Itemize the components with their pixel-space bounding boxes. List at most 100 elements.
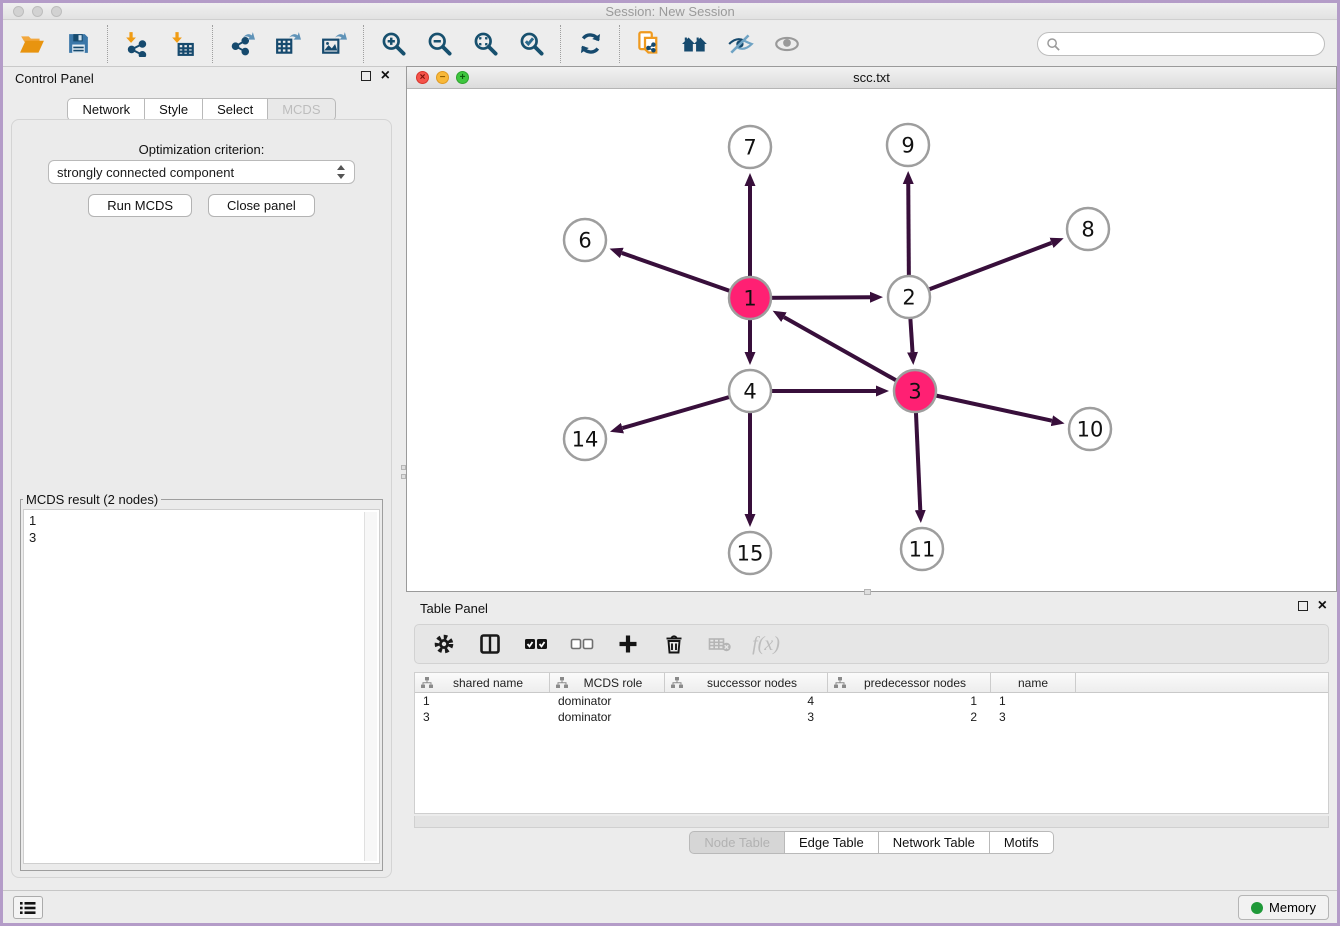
search-field[interactable]: [1037, 32, 1325, 56]
tab-style[interactable]: Style: [145, 98, 203, 121]
add-column-icon[interactable]: [615, 631, 641, 657]
criterion-dropdown[interactable]: strongly connected component: [48, 160, 355, 184]
table-cell[interactable]: 1: [828, 694, 991, 708]
table-cell[interactable]: dominator: [550, 694, 665, 708]
window-title: Session: New Session: [3, 4, 1337, 19]
close-panel-button[interactable]: Close panel: [208, 194, 315, 217]
close-panel-icon[interactable]: ×: [381, 71, 390, 81]
column-header-successor-nodes[interactable]: successor nodes: [665, 673, 828, 692]
network-graph: 7968124314101511: [407, 90, 1336, 591]
network-view-window: × − + scc.txt 7968124314101511: [406, 66, 1337, 592]
delete-column-icon[interactable]: [661, 631, 687, 657]
hide-panels-eye-icon[interactable]: [726, 29, 756, 59]
graph-node-label: 14: [572, 427, 599, 451]
table-row[interactable]: 3dominator323: [415, 709, 1328, 725]
table-toolbar: f(x): [414, 624, 1329, 664]
graph-node-label: 6: [578, 228, 591, 252]
run-mcds-button[interactable]: Run MCDS: [88, 194, 192, 217]
tab-network[interactable]: Network: [67, 98, 145, 121]
tab-node-table[interactable]: Node Table: [689, 831, 785, 854]
select-all-checkboxes-icon[interactable]: [523, 631, 549, 657]
table-cell[interactable]: 4: [665, 694, 828, 708]
control-panel: Control Panel × Network Style Select MCD…: [3, 67, 400, 890]
refresh-icon[interactable]: [575, 29, 605, 59]
memory-status-icon: [1251, 902, 1263, 914]
column-tree-icon: [556, 677, 568, 689]
table-cell[interactable]: 3: [991, 710, 1076, 724]
result-scrollbar[interactable]: [364, 512, 377, 861]
table-hscrollbar[interactable]: [414, 816, 1329, 828]
graph-node-label: 8: [1081, 217, 1094, 241]
application-window: Session: New Session: [0, 0, 1340, 926]
search-input[interactable]: [1037, 32, 1325, 56]
import-table-icon[interactable]: [168, 29, 198, 59]
column-header-MCDS-role[interactable]: MCDS role: [550, 673, 665, 692]
table-cell[interactable]: 3: [665, 710, 828, 724]
zoom-fit-icon[interactable]: [470, 29, 500, 59]
export-network-icon[interactable]: [227, 29, 257, 59]
table-cell[interactable]: 1: [991, 694, 1076, 708]
table-cell[interactable]: 1: [415, 694, 550, 708]
function-builder-icon: f(x): [753, 631, 779, 657]
zoom-in-icon[interactable]: [378, 29, 408, 59]
tab-edge-table[interactable]: Edge Table: [785, 831, 879, 854]
graph-edge-3-1[interactable]: [784, 317, 915, 391]
control-panel-title: Control Panel: [15, 71, 94, 86]
settings-gear-icon[interactable]: [431, 631, 457, 657]
eye-disabled-icon: [772, 29, 802, 59]
search-icon: [1046, 37, 1061, 52]
delete-table-disabled-icon: [707, 631, 733, 657]
network-canvas[interactable]: 7968124314101511: [407, 90, 1336, 591]
table-row[interactable]: 1dominator411: [415, 693, 1328, 709]
criterion-value: strongly connected component: [57, 165, 234, 180]
table-cell[interactable]: dominator: [550, 710, 665, 724]
deselect-all-checkboxes-icon[interactable]: [569, 631, 595, 657]
mcds-result-title: MCDS result (2 nodes): [23, 492, 161, 507]
save-session-icon[interactable]: [63, 29, 93, 59]
import-network-icon[interactable]: [122, 29, 152, 59]
result-line: 1: [29, 512, 374, 529]
mcds-result-group: MCDS result (2 nodes) 1 3: [20, 492, 383, 871]
graph-node-label: 4: [743, 379, 756, 403]
graph-node-label: 9: [901, 133, 914, 157]
float-table-panel-icon[interactable]: [1298, 601, 1308, 611]
zoom-out-icon[interactable]: [424, 29, 454, 59]
task-history-button[interactable]: [13, 896, 43, 919]
column-header-predecessor-nodes[interactable]: predecessor nodes: [828, 673, 991, 692]
splitter-grip-vertical[interactable]: [400, 465, 406, 491]
table-cell[interactable]: 2: [828, 710, 991, 724]
memory-button[interactable]: Memory: [1238, 895, 1329, 920]
tab-select[interactable]: Select: [203, 98, 268, 121]
dropdown-stepper-icon: [336, 164, 346, 180]
tab-mcds[interactable]: MCDS: [268, 98, 335, 121]
column-header-shared-name[interactable]: shared name: [415, 673, 550, 692]
mcds-result-text[interactable]: 1 3: [23, 509, 380, 864]
graph-node-label: 2: [902, 285, 915, 309]
export-table-icon[interactable]: [273, 29, 303, 59]
table-cell[interactable]: 3: [415, 710, 550, 724]
column-chooser-icon[interactable]: [477, 631, 503, 657]
control-panel-tabs: Network Style Select MCDS: [67, 98, 335, 121]
graph-node-label: 10: [1077, 417, 1104, 441]
table-tabs: Node Table Edge Table Network Table Moti…: [689, 831, 1053, 854]
home-windows-icon[interactable]: [680, 29, 710, 59]
graph-edge-2-8[interactable]: [909, 243, 1052, 297]
table-body: 1dominator4113dominator323: [415, 693, 1328, 725]
graph-node-label: 15: [737, 541, 764, 565]
column-header-name[interactable]: name: [991, 673, 1076, 692]
float-panel-icon[interactable]: [361, 71, 371, 81]
export-image-icon[interactable]: [319, 29, 349, 59]
graph-node-label: 11: [909, 537, 936, 561]
open-file-icon[interactable]: [17, 29, 47, 59]
graph-node-label: 3: [908, 379, 921, 403]
close-table-panel-icon[interactable]: ×: [1318, 601, 1327, 611]
optimization-criterion-label: Optimization criterion:: [12, 142, 391, 157]
network-window-titlebar[interactable]: × − + scc.txt: [407, 67, 1336, 89]
network-window-title: scc.txt: [407, 70, 1336, 85]
splitter-grip-horizontal[interactable]: [864, 589, 871, 595]
tab-network-table[interactable]: Network Table: [879, 831, 990, 854]
zoom-selected-icon[interactable]: [516, 29, 546, 59]
duplicate-network-icon[interactable]: [634, 29, 664, 59]
status-bar: Memory: [3, 890, 1337, 923]
tab-motifs[interactable]: Motifs: [990, 831, 1054, 854]
